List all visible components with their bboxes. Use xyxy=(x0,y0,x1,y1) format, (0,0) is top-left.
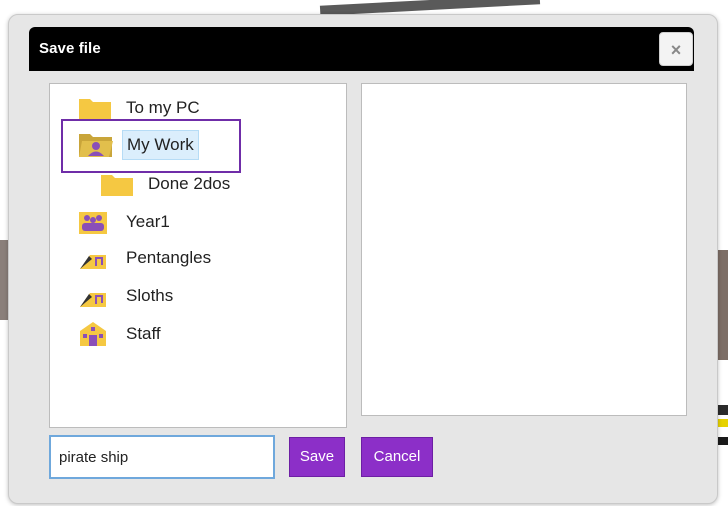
tree-item-label: Pentangles xyxy=(126,248,212,267)
save-file-dialog: Save file × To my PC My Work Done 2dos Y… xyxy=(8,14,718,504)
close-button[interactable]: × xyxy=(659,32,693,66)
group-icon xyxy=(78,209,108,240)
selection-highlight xyxy=(61,119,241,173)
dialog-title: Save file xyxy=(39,40,101,57)
tree-item-pentangles[interactable]: Pentangles xyxy=(78,242,298,274)
filename-input[interactable] xyxy=(49,435,275,479)
folder-icon xyxy=(100,171,134,202)
tree-item-year1[interactable]: Year1 xyxy=(78,206,278,238)
close-icon: × xyxy=(670,40,682,60)
tree-item-label: Sloths xyxy=(126,286,174,305)
tree-item-sloths[interactable]: Sloths xyxy=(78,280,278,312)
tree-item-staff[interactable]: Staff xyxy=(78,318,278,350)
tree-item-label: Staff xyxy=(126,324,161,343)
cancel-button[interactable]: Cancel xyxy=(361,437,433,477)
music-folder-icon xyxy=(78,245,108,276)
music-folder-icon xyxy=(78,283,108,314)
tree-item-label: Year1 xyxy=(126,212,170,231)
dialog-titlebar: Save file xyxy=(29,27,694,71)
school-icon xyxy=(78,321,108,352)
file-list-panel[interactable] xyxy=(361,83,687,416)
save-button[interactable]: Save xyxy=(289,437,345,477)
